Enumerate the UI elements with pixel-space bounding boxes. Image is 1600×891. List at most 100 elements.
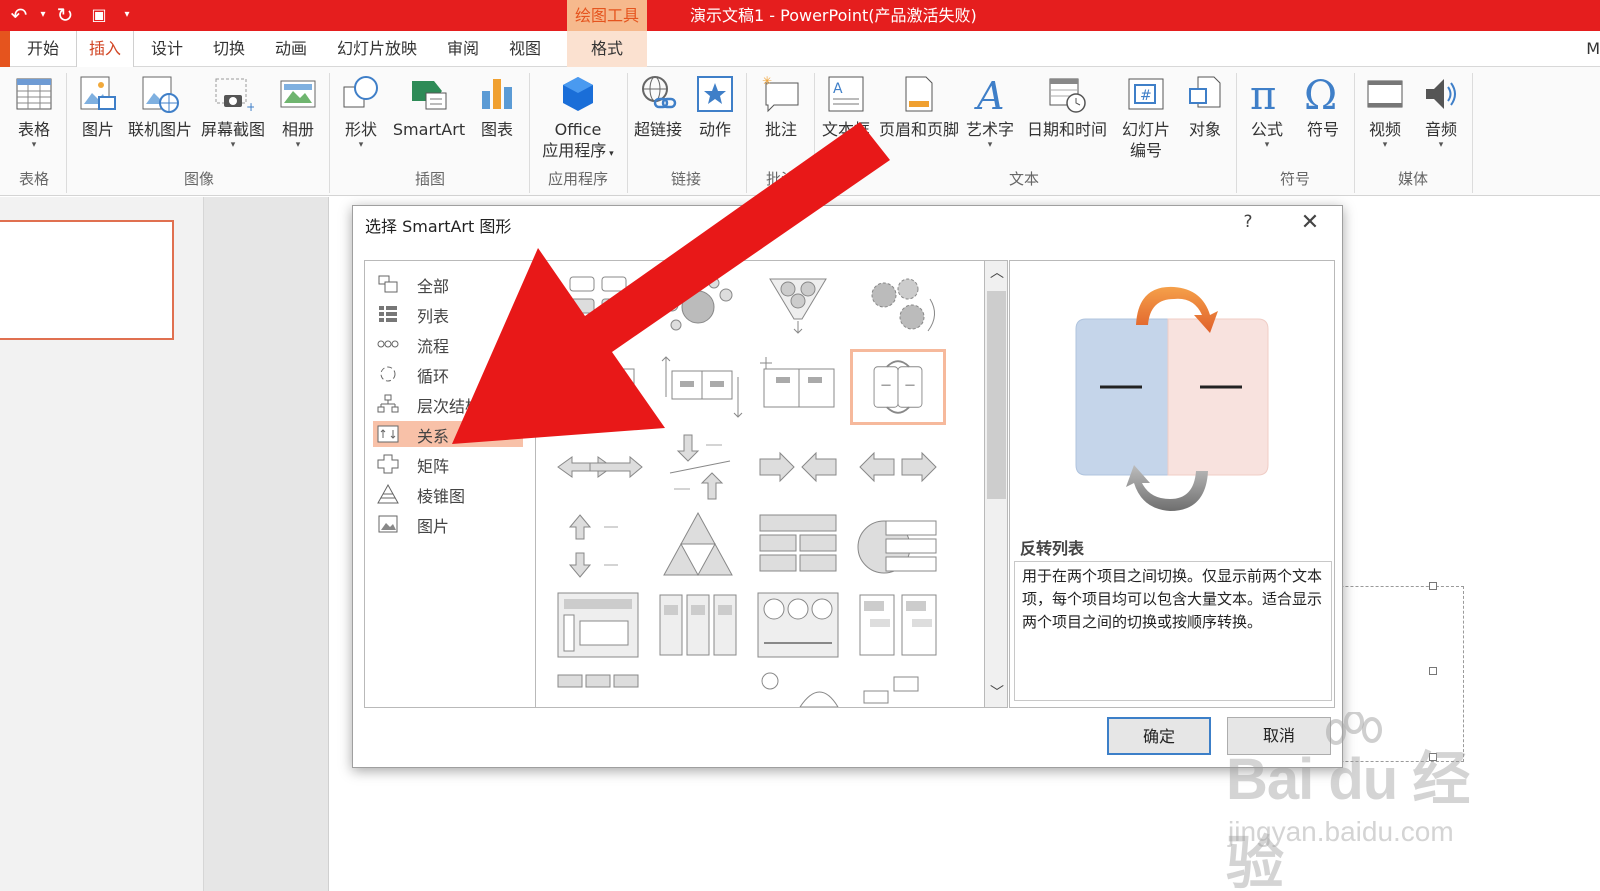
gallery-item[interactable] bbox=[750, 429, 846, 505]
gallery-item[interactable] bbox=[850, 507, 946, 583]
online-picture-button[interactable]: 联机图片 bbox=[126, 73, 194, 140]
watermark-url: jingyan.baidu.com bbox=[1228, 816, 1454, 847]
slide-thumbnail[interactable] bbox=[0, 220, 174, 340]
gallery-item[interactable] bbox=[650, 429, 746, 505]
chart-button[interactable]: 图表 bbox=[472, 73, 522, 140]
svg-text:#: # bbox=[1140, 88, 1152, 104]
textbox-button[interactable]: A 文本框 bbox=[818, 73, 874, 140]
gallery-item[interactable] bbox=[550, 429, 646, 505]
smartart-button[interactable]: SmartArt bbox=[388, 73, 470, 140]
comment-icon: ✳ bbox=[762, 74, 799, 113]
chart-label: 图表 bbox=[480, 120, 513, 139]
gallery-item[interactable] bbox=[650, 349, 746, 425]
gallery-item[interactable] bbox=[650, 507, 746, 583]
slideshow-icon[interactable]: ▣ bbox=[86, 3, 112, 27]
slide-number-button[interactable]: # 幻灯片 编号 bbox=[1114, 73, 1178, 161]
tab-design[interactable]: 设计 bbox=[142, 31, 192, 67]
gallery-item[interactable] bbox=[750, 507, 846, 583]
tab-view[interactable]: 视图 bbox=[500, 31, 550, 67]
pyramid-icon bbox=[377, 484, 399, 504]
category-relationship[interactable]: 关系 bbox=[373, 421, 523, 447]
action-button[interactable]: 动作 bbox=[690, 73, 740, 140]
audio-button[interactable]: 音频 ▾ bbox=[1414, 73, 1468, 150]
scroll-down-icon[interactable]: ﹀ bbox=[989, 685, 1005, 701]
gallery-scrollbar[interactable]: ︿ ﹀ bbox=[984, 260, 1008, 708]
gallery-item[interactable] bbox=[850, 587, 946, 663]
action-label: 动作 bbox=[698, 120, 731, 139]
gallery-item[interactable] bbox=[550, 349, 646, 425]
tab-slideshow[interactable]: 幻灯片放映 bbox=[328, 31, 426, 67]
gallery-item[interactable] bbox=[750, 587, 846, 663]
gallery-item[interactable] bbox=[750, 349, 846, 425]
gallery-item[interactable] bbox=[550, 587, 646, 663]
hyperlink-button[interactable]: 超链接 bbox=[630, 73, 686, 140]
wordart-button[interactable]: A 艺术字 ▾ bbox=[962, 73, 1018, 150]
category-picture[interactable]: 图片 bbox=[373, 511, 523, 537]
preview-description: 用于在两个项目之间切换。仅显示前两个文本项，每个项目均可以包含大量文本。适合显示… bbox=[1014, 561, 1332, 701]
header-footer-label: 页眉和页脚 bbox=[878, 120, 959, 139]
close-button[interactable]: ✕ bbox=[1297, 210, 1323, 235]
tab-transitions[interactable]: 切换 bbox=[204, 31, 254, 67]
category-process[interactable]: 流程 bbox=[373, 331, 523, 357]
window-title: 演示文稿1 - PowerPoint(产品激活失败) bbox=[690, 6, 977, 25]
account-initial[interactable]: M bbox=[1586, 31, 1600, 67]
scrollbar-thumb[interactable] bbox=[987, 291, 1006, 499]
gallery-item[interactable] bbox=[550, 667, 646, 708]
category-hierarchy[interactable]: 层次结构 bbox=[373, 391, 523, 417]
group-symbols-label: 符号 bbox=[1279, 170, 1310, 188]
smartart-dialog: 选择 SmartArt 图形 ? ✕ 全部 列表 流程 循环 层次结构 关系 矩… bbox=[352, 205, 1343, 768]
category-list-type[interactable]: 列表 bbox=[373, 301, 523, 327]
gallery-item[interactable] bbox=[850, 667, 946, 708]
gallery-item[interactable] bbox=[850, 429, 946, 505]
cycle-icon bbox=[380, 366, 396, 382]
tab-home[interactable]: 开始 bbox=[18, 31, 68, 67]
customize-icon[interactable]: ▾ bbox=[114, 3, 140, 27]
category-label: 循环 bbox=[417, 367, 450, 386]
tab-animations[interactable]: 动画 bbox=[266, 31, 316, 67]
tab-review[interactable]: 审阅 bbox=[438, 31, 488, 67]
shapes-button[interactable]: 形状 ▾ bbox=[336, 73, 386, 150]
gallery-item-selected[interactable] bbox=[850, 349, 946, 425]
help-button[interactable]: ? bbox=[1238, 212, 1258, 232]
file-tab[interactable] bbox=[0, 31, 10, 67]
video-button[interactable]: 视频 ▾ bbox=[1358, 73, 1412, 150]
header-footer-button[interactable]: 页眉和页脚 bbox=[876, 73, 962, 140]
gallery-item[interactable] bbox=[850, 269, 946, 345]
redo-icon[interactable]: ↻ bbox=[52, 3, 78, 27]
gallery-item[interactable] bbox=[650, 269, 746, 345]
undo-icon[interactable]: ↶ bbox=[6, 3, 32, 27]
category-matrix[interactable]: 矩阵 bbox=[373, 451, 523, 477]
textbox-icon: A bbox=[828, 76, 864, 112]
category-pyramid[interactable]: 棱锥图 bbox=[373, 481, 523, 507]
scroll-up-icon[interactable]: ︿ bbox=[989, 265, 1005, 281]
resize-handle[interactable] bbox=[1429, 582, 1437, 590]
chevron-down-icon: ▾ bbox=[295, 140, 301, 150]
album-button[interactable]: 相册 ▾ bbox=[272, 73, 324, 150]
resize-handle[interactable] bbox=[1429, 667, 1437, 675]
category-all[interactable]: 全部 bbox=[373, 271, 523, 297]
gallery-item[interactable] bbox=[550, 507, 646, 583]
action-star-icon bbox=[697, 76, 733, 112]
tab-format[interactable]: 格式 bbox=[567, 31, 647, 67]
tab-insert[interactable]: 插入 bbox=[76, 31, 134, 67]
picture-button[interactable]: 图片 bbox=[74, 73, 122, 140]
ok-button[interactable]: 确定 bbox=[1107, 717, 1211, 755]
datetime-label: 日期和时间 bbox=[1026, 120, 1107, 139]
gallery-item[interactable] bbox=[650, 587, 746, 663]
screenshot-button[interactable]: + 屏幕截图 ▾ bbox=[198, 73, 268, 150]
table-button[interactable]: 表格 ▾ bbox=[6, 73, 62, 150]
gallery-item[interactable] bbox=[750, 667, 846, 708]
office-apps-button[interactable]: Office 应用程序 ▾ bbox=[534, 73, 622, 165]
datetime-button[interactable]: 日期和时间 bbox=[1022, 73, 1112, 140]
comment-button[interactable]: ✳ 批注 bbox=[752, 73, 810, 140]
speaker-icon bbox=[1426, 79, 1456, 109]
category-cycle[interactable]: 循环 bbox=[373, 361, 523, 387]
bar-chart-icon bbox=[482, 79, 512, 109]
equation-button[interactable]: π 公式 ▾ bbox=[1240, 73, 1294, 150]
drawing-tools-contextual-label: 绘图工具 bbox=[567, 0, 647, 31]
screenshot-label: 屏幕截图 bbox=[200, 120, 265, 139]
gallery-item[interactable] bbox=[550, 269, 646, 345]
gallery-item[interactable] bbox=[750, 269, 846, 345]
symbol-button[interactable]: Ω 符号 bbox=[1296, 73, 1350, 140]
object-button[interactable]: 对象 bbox=[1180, 73, 1230, 140]
